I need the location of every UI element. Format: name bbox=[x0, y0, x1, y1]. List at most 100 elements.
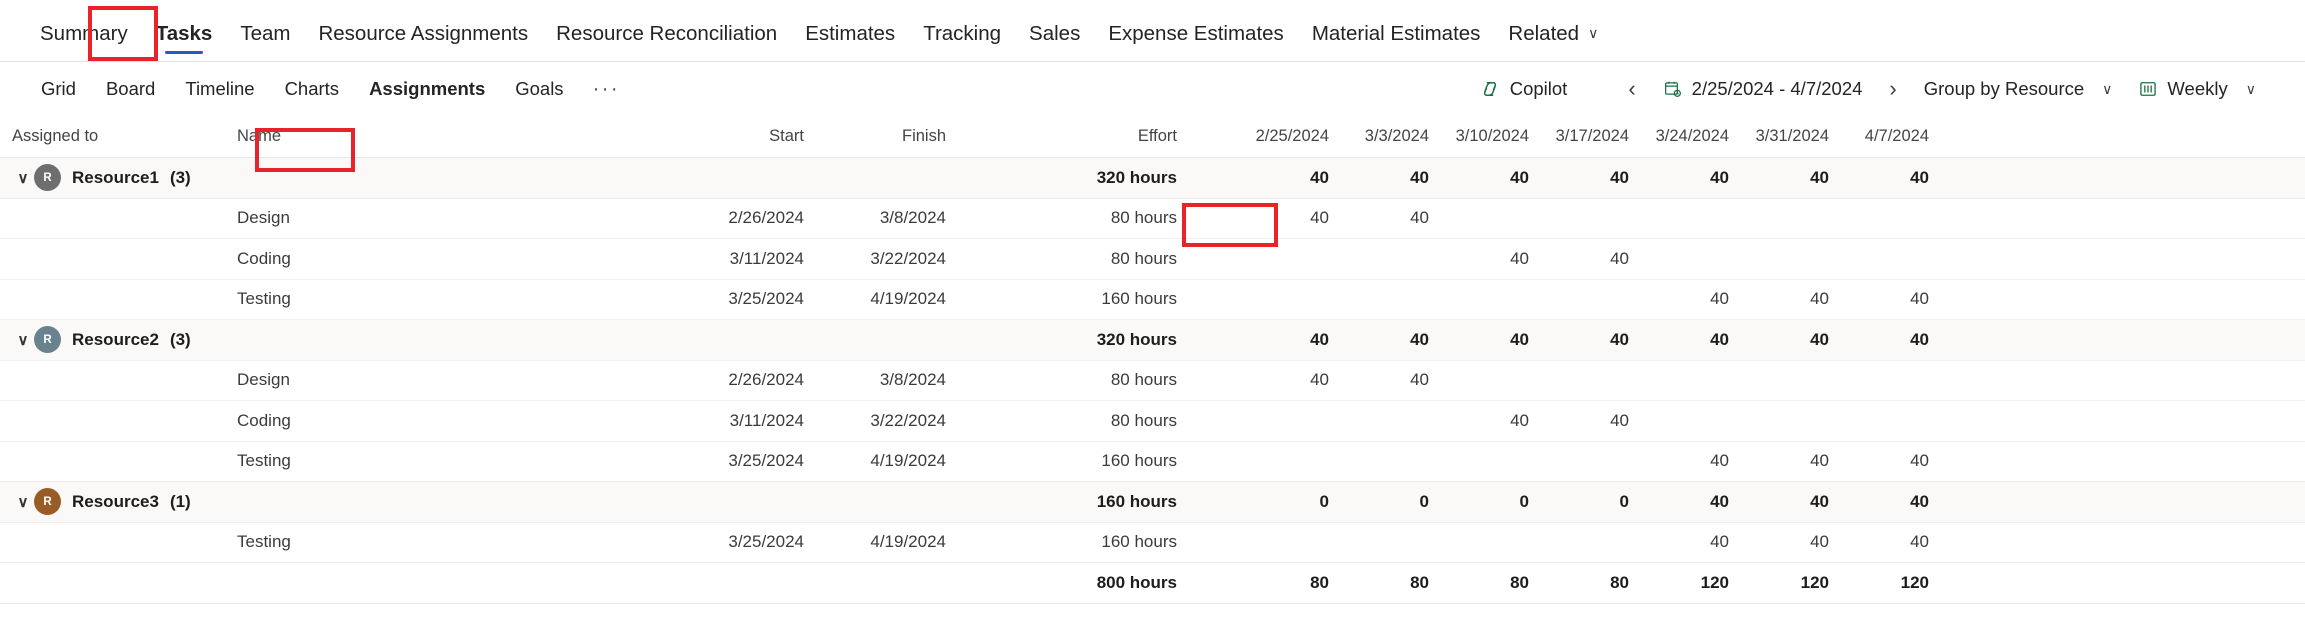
group-hours-week-5[interactable]: 40 bbox=[1629, 492, 1729, 512]
view-tab-board[interactable]: Board bbox=[91, 72, 170, 106]
task-hours-week-7[interactable]: 40 bbox=[1829, 532, 1929, 552]
view-overflow-menu-icon[interactable]: ··· bbox=[579, 74, 634, 105]
column-header-week-1[interactable]: 2/25/2024 bbox=[1229, 127, 1329, 146]
copilot-button[interactable]: Copilot bbox=[1466, 73, 1581, 105]
entity-tab-label: Related bbox=[1508, 22, 1580, 45]
column-header-week-3[interactable]: 3/10/2024 bbox=[1429, 127, 1529, 146]
group-hours-week-2[interactable]: 40 bbox=[1329, 168, 1429, 188]
task-row[interactable]: Coding 3/11/2024 3/22/2024 80 hours 40 40 bbox=[0, 239, 2305, 280]
group-row[interactable]: ∨ R Resource3 (1) 160 hours 0 0 0 0 40 40 40 bbox=[0, 482, 2305, 523]
group-hours-week-3[interactable]: 40 bbox=[1429, 168, 1529, 188]
entity-tab-sales[interactable]: Sales bbox=[1015, 22, 1094, 61]
group-hours-week-2[interactable]: 0 bbox=[1329, 492, 1429, 512]
group-hours-week-7[interactable]: 40 bbox=[1829, 492, 1929, 512]
column-header-effort[interactable]: Effort bbox=[1049, 127, 1177, 146]
total-hours-week-3[interactable]: 80 bbox=[1429, 573, 1529, 593]
task-hours-week-5[interactable]: 40 bbox=[1629, 451, 1729, 471]
view-tab-charts[interactable]: Charts bbox=[270, 72, 355, 106]
group-hours-week-6[interactable]: 40 bbox=[1729, 330, 1829, 350]
task-row[interactable]: Testing 3/25/2024 4/19/2024 160 hours 40 40 40 bbox=[0, 523, 2305, 563]
group-hours-week-1[interactable]: 40 bbox=[1229, 330, 1329, 350]
period-dropdown[interactable]: Weekly ∨ bbox=[2125, 73, 2269, 105]
task-hours-week-6[interactable]: 40 bbox=[1729, 532, 1829, 552]
total-hours-week-4[interactable]: 80 bbox=[1529, 573, 1629, 593]
task-hours-week-4[interactable]: 40 bbox=[1529, 249, 1629, 269]
group-hours-week-7[interactable]: 40 bbox=[1829, 168, 1929, 188]
group-hours-week-5[interactable]: 40 bbox=[1629, 330, 1729, 350]
group-row[interactable]: ∨ R Resource1 (3) 320 hours 40 40 40 40 40 40 40 bbox=[0, 158, 2305, 199]
task-hours-week-7[interactable]: 40 bbox=[1829, 289, 1929, 309]
group-row[interactable]: ∨ R Resource2 (3) 320 hours 40 40 40 40 40 40 40 bbox=[0, 320, 2305, 361]
total-hours-week-6[interactable]: 120 bbox=[1729, 573, 1829, 593]
next-period-button[interactable]: › bbox=[1875, 76, 1910, 102]
column-header-week-7[interactable]: 4/7/2024 bbox=[1829, 127, 1929, 146]
chevron-down-icon[interactable]: ∨ bbox=[12, 169, 34, 187]
group-hours-week-7[interactable]: 40 bbox=[1829, 330, 1929, 350]
period-label: Weekly bbox=[2167, 78, 2228, 99]
column-header-start[interactable]: Start bbox=[652, 127, 804, 146]
view-tab-timeline[interactable]: Timeline bbox=[170, 72, 269, 106]
total-hours-week-2[interactable]: 80 bbox=[1329, 573, 1429, 593]
task-hours-week-6[interactable]: 40 bbox=[1729, 289, 1829, 309]
group-hours-week-4[interactable]: 0 bbox=[1529, 492, 1629, 512]
task-hours-week-3[interactable]: 40 bbox=[1429, 411, 1529, 431]
group-assigned-cell: ∨ R Resource3 (1) bbox=[0, 488, 222, 516]
entity-tab-resource-assignments[interactable]: Resource Assignments bbox=[304, 22, 542, 61]
column-header-assigned-to[interactable]: Assigned to bbox=[0, 127, 222, 146]
entity-tab-resource-reconciliation[interactable]: Resource Reconciliation bbox=[542, 22, 791, 61]
task-row[interactable]: Coding 3/11/2024 3/22/2024 80 hours 40 40 bbox=[0, 401, 2305, 442]
task-hours-week-3[interactable]: 40 bbox=[1429, 249, 1529, 269]
entity-tab-material-estimates[interactable]: Material Estimates bbox=[1298, 22, 1495, 61]
previous-period-button[interactable]: ‹ bbox=[1614, 76, 1649, 102]
task-hours-week-1[interactable]: 40 bbox=[1229, 370, 1329, 390]
entity-tab-estimates[interactable]: Estimates bbox=[791, 22, 909, 61]
task-hours-week-2[interactable]: 40 bbox=[1329, 208, 1429, 228]
task-hours-week-4[interactable]: 40 bbox=[1529, 411, 1629, 431]
entity-tab-related[interactable]: Related ∨ bbox=[1494, 22, 1612, 61]
chevron-down-icon[interactable]: ∨ bbox=[12, 493, 34, 511]
task-row[interactable]: Design 2/26/2024 3/8/2024 80 hours 40 40 bbox=[0, 361, 2305, 401]
chevron-down-icon[interactable]: ∨ bbox=[12, 331, 34, 349]
task-hours-week-1[interactable]: 40 bbox=[1229, 208, 1329, 228]
group-hours-week-4[interactable]: 40 bbox=[1529, 168, 1629, 188]
group-effort: 320 hours bbox=[1096, 167, 1177, 187]
group-by-dropdown[interactable]: Group by Resource ∨ bbox=[1911, 73, 2126, 105]
column-header-week-6[interactable]: 3/31/2024 bbox=[1729, 127, 1829, 146]
group-hours-week-1[interactable]: 40 bbox=[1229, 168, 1329, 188]
group-hours-week-4[interactable]: 40 bbox=[1529, 330, 1629, 350]
task-hours-week-5[interactable]: 40 bbox=[1629, 532, 1729, 552]
entity-tab-tracking[interactable]: Tracking bbox=[909, 22, 1015, 61]
entity-tab-tasks[interactable]: Tasks bbox=[142, 22, 227, 61]
group-hours-week-6[interactable]: 40 bbox=[1729, 168, 1829, 188]
group-effort: 160 hours bbox=[1096, 491, 1177, 511]
group-hours-week-3[interactable]: 0 bbox=[1429, 492, 1529, 512]
entity-tab-team[interactable]: Team bbox=[226, 22, 304, 61]
column-header-week-2[interactable]: 3/3/2024 bbox=[1329, 127, 1429, 146]
date-range-picker[interactable]: 2/25/2024 - 4/7/2024 bbox=[1650, 73, 1876, 105]
column-header-week-5[interactable]: 3/24/2024 bbox=[1629, 127, 1729, 146]
task-hours-week-7[interactable]: 40 bbox=[1829, 451, 1929, 471]
task-row[interactable]: Testing 3/25/2024 4/19/2024 160 hours 40 40 40 bbox=[0, 280, 2305, 320]
group-hours-week-3[interactable]: 40 bbox=[1429, 330, 1529, 350]
view-tab-assignments[interactable]: Assignments bbox=[354, 72, 500, 106]
view-tab-goals[interactable]: Goals bbox=[500, 72, 578, 106]
task-effort: 160 hours bbox=[1101, 451, 1177, 471]
task-hours-week-2[interactable]: 40 bbox=[1329, 370, 1429, 390]
entity-tab-expense-estimates[interactable]: Expense Estimates bbox=[1094, 22, 1297, 61]
task-row[interactable]: Design 2/26/2024 3/8/2024 80 hours 40 40 bbox=[0, 199, 2305, 239]
group-hours-week-6[interactable]: 40 bbox=[1729, 492, 1829, 512]
total-hours-week-7[interactable]: 120 bbox=[1829, 573, 1929, 593]
group-hours-week-2[interactable]: 40 bbox=[1329, 330, 1429, 350]
column-header-week-4[interactable]: 3/17/2024 bbox=[1529, 127, 1629, 146]
entity-tab-summary[interactable]: Summary bbox=[26, 22, 142, 61]
task-hours-week-5[interactable]: 40 bbox=[1629, 289, 1729, 309]
total-hours-week-5[interactable]: 120 bbox=[1629, 573, 1729, 593]
column-header-name[interactable]: Name bbox=[222, 127, 652, 146]
task-hours-week-6[interactable]: 40 bbox=[1729, 451, 1829, 471]
task-row[interactable]: Testing 3/25/2024 4/19/2024 160 hours 40 40 40 bbox=[0, 442, 2305, 482]
column-header-finish[interactable]: Finish bbox=[804, 127, 954, 146]
group-hours-week-5[interactable]: 40 bbox=[1629, 168, 1729, 188]
total-hours-week-1[interactable]: 80 bbox=[1229, 573, 1329, 593]
group-hours-week-1[interactable]: 0 bbox=[1229, 492, 1329, 512]
view-tab-grid[interactable]: Grid bbox=[26, 72, 91, 106]
